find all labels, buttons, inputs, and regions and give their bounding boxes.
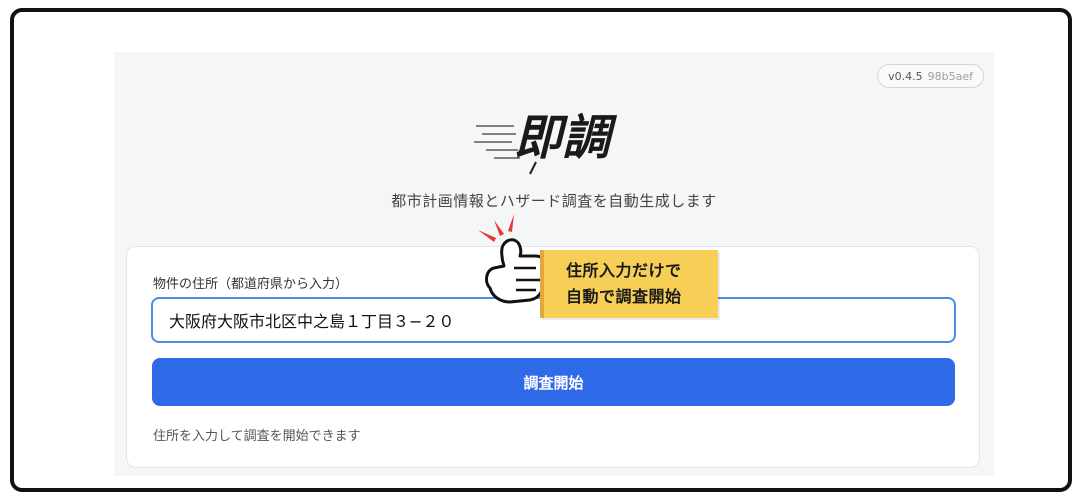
- help-text: 住所を入力して調査を開始できます: [153, 429, 361, 444]
- start-survey-button[interactable]: 調査開始: [152, 358, 955, 406]
- logo-text: 即調: [514, 110, 618, 166]
- app-logo: 即調: [474, 110, 618, 175]
- callout-line-1: 住所入力だけで: [566, 261, 682, 280]
- feature-callout: 住所入力だけで 自動で調査開始: [540, 250, 718, 318]
- sparkle-lines-icon: [478, 214, 514, 242]
- callout-line-2: 自動で調査開始: [566, 287, 682, 306]
- commit-hash: 98b5aef: [927, 69, 973, 83]
- version-number: v0.4.5: [888, 69, 923, 83]
- tagline: 都市計画情報とハザード調査を自動生成します: [391, 192, 717, 210]
- address-label: 物件の住所（都道府県から入力）: [153, 277, 349, 292]
- thumbs-up-icon: [478, 214, 548, 304]
- version-badge: v0.4.5 98b5aef: [877, 64, 984, 88]
